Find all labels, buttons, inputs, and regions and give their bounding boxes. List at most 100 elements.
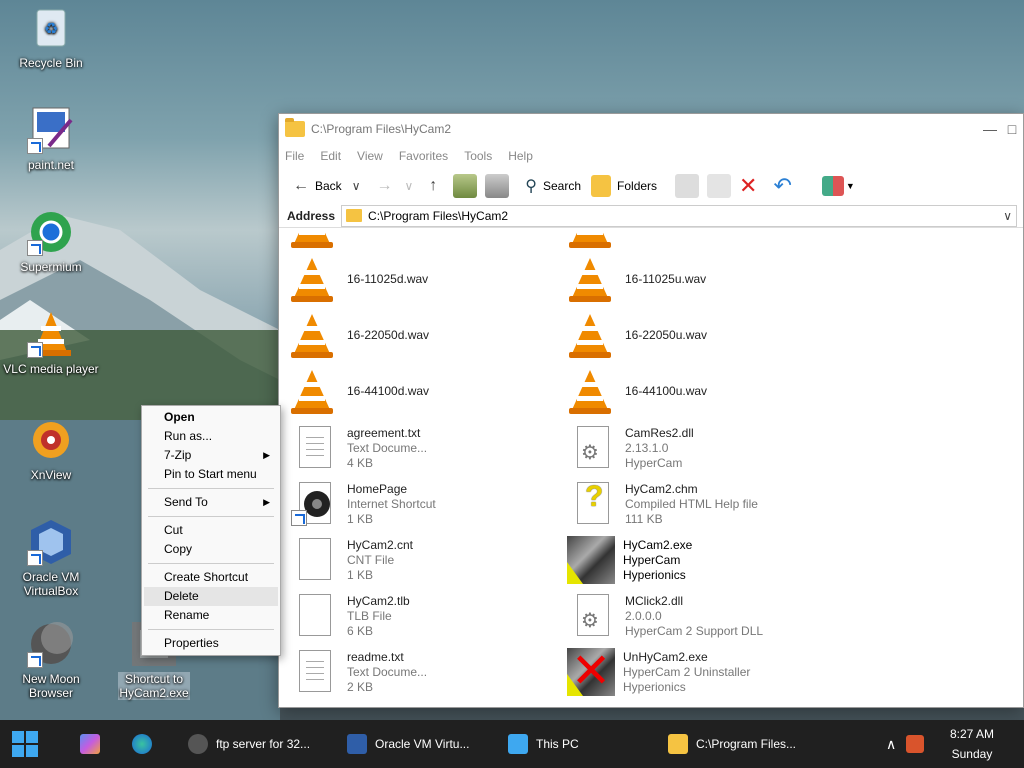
menu-help[interactable]: Help [508, 149, 533, 163]
text-doc-icon [291, 648, 335, 696]
monitor-icon [508, 734, 528, 754]
copy-to-icon[interactable] [707, 174, 732, 198]
clock[interactable]: 8:27 AM Sunday [950, 724, 994, 764]
menu-file[interactable]: File [285, 149, 304, 163]
file-item[interactable]: ⚙ MClick2.dll 2.0.0.0 HyperCam 2 Support DL… [569, 592, 829, 646]
file-item[interactable]: 16-22050u.wav [569, 312, 829, 366]
forward-button[interactable]: → ∨ [376, 177, 419, 195]
menu-separator [148, 516, 274, 517]
start-button[interactable] [12, 720, 38, 768]
menu-item-7zip[interactable]: 7-Zip ▶ [144, 446, 278, 465]
menu-item-copy[interactable]: Copy [144, 540, 278, 559]
menu-item-send-to[interactable]: Send To ▶ [144, 493, 278, 512]
menu-item-run-as[interactable]: Run as... [144, 427, 278, 446]
window-title: C:\Program Files\HyCam2 [311, 122, 452, 136]
folders-button[interactable]: Folders [591, 175, 657, 197]
submenu-arrow-icon: ▶ [263, 450, 270, 460]
menu-item-delete[interactable]: Delete [144, 587, 278, 606]
menu-item-open[interactable]: Open [144, 408, 278, 427]
folders-icon [591, 175, 612, 197]
xnview-icon [27, 416, 75, 464]
menu-item-rename[interactable]: Rename [144, 606, 278, 625]
undo-button[interactable]: ↶ [773, 173, 797, 199]
dll-gear-icon: ⚙ [569, 424, 613, 472]
desktop-icon-supermium[interactable]: Supermium [1, 208, 101, 274]
file-item[interactable]: agreement.txt Text Docume... 4 KB [291, 424, 551, 478]
file-item[interactable]: 16-11025u.wav [569, 256, 829, 310]
dll-gear-icon: ⚙ [569, 592, 613, 640]
delete-toolbar-button[interactable]: ✕ [739, 173, 763, 199]
explorer-window[interactable]: C:\Program Files\HyCam2 — □ File Edit Vi… [278, 113, 1024, 708]
file-item[interactable]: ✕ UnHyCam2.exe HyperCam 2 Uninstaller Hyper… [567, 648, 827, 702]
map-drive-icon[interactable] [453, 174, 478, 198]
blank-doc-icon [291, 592, 335, 640]
submenu-arrow-icon: ▶ [263, 497, 270, 507]
file-item[interactable]: 16-44100u.wav [569, 368, 829, 422]
file-item[interactable]: ⚙ CamRes2.dll 2.13.1.0 HyperCam [569, 424, 829, 478]
file-item[interactable]: HyCam2.tlb TLB File 6 KB [291, 592, 551, 646]
vlc-cone-icon [569, 256, 613, 304]
desktop-icon-virtualbox[interactable]: Oracle VM VirtualBox [1, 518, 101, 598]
desktop-icon-xnview[interactable]: XnView [1, 416, 101, 482]
taskbar-item-this-pc[interactable]: This PC [508, 720, 579, 768]
desktop-icon-vlc[interactable]: VLC media player [1, 310, 101, 376]
shortcut-arrow-icon [27, 342, 43, 358]
file-item[interactable]: 16-44100d.wav [291, 368, 551, 422]
minimize-button[interactable]: — [979, 121, 1001, 137]
taskbar: ftp server for 32... Oracle VM Virtu... … [0, 720, 1024, 768]
address-label: Address [287, 208, 336, 223]
back-button[interactable]: ← Back ∨ [293, 177, 366, 195]
chevron-down-icon: ∨ [351, 179, 361, 193]
tray-security-icon[interactable] [906, 720, 932, 768]
chevron-down-icon[interactable]: ∨ [1003, 209, 1012, 223]
chevron-down-icon[interactable]: ▼ [846, 181, 855, 191]
shortcut-arrow-icon [27, 240, 43, 256]
vlc-cone-icon [569, 232, 613, 250]
menu-tools[interactable]: Tools [464, 149, 492, 163]
file-item-partial[interactable] [569, 232, 829, 256]
taskbar-item-ftp[interactable]: ftp server for 32... [188, 720, 310, 768]
move-to-icon[interactable] [675, 174, 700, 198]
undo-icon: ↶ [773, 173, 792, 198]
file-item[interactable]: 16-22050d.wav [291, 312, 551, 366]
file-item[interactable]: HomePage Internet Shortcut 1 KB [291, 480, 551, 534]
menu-item-cut[interactable]: Cut [144, 521, 278, 540]
menu-favorites[interactable]: Favorites [399, 149, 448, 163]
file-item[interactable]: HyCam2.cnt CNT File 1 KB [291, 536, 551, 590]
tray-chevron[interactable]: ∧ [886, 720, 896, 768]
copilot-icon [80, 734, 100, 754]
title-bar[interactable]: C:\Program Files\HyCam2 — □ [279, 114, 1023, 144]
menu-item-create-shortcut[interactable]: Create Shortcut [144, 568, 278, 587]
paint-net-icon [27, 106, 75, 154]
file-item-partial[interactable] [291, 232, 551, 256]
file-item[interactable]: readme.txt Text Docume... 2 KB [291, 648, 551, 702]
folder-icon [346, 209, 363, 222]
taskbar-item-virtualbox[interactable]: Oracle VM Virtu... [347, 720, 469, 768]
shortcut-arrow-icon [27, 550, 43, 566]
disconnect-drive-icon[interactable] [485, 174, 510, 198]
desktop-icon-new-moon[interactable]: New Moon Browser [1, 620, 101, 700]
toolbar: ← Back ∨ → ∨ ↑ ⚲ Search Folders ✕ ↶ ▼ [279, 168, 1023, 204]
copilot-button[interactable] [80, 720, 108, 768]
edge-button[interactable] [132, 720, 160, 768]
file-item-selected[interactable]: HyCam2.exe HyperCam Hyperionics [567, 536, 827, 590]
help-file-icon: ? [569, 480, 613, 528]
search-button[interactable]: ⚲ Search [525, 176, 581, 196]
desktop-icon-paint-net[interactable]: paint.net [1, 106, 101, 172]
file-item[interactable]: ? HyCam2.chm Compiled HTML Help file 111 KB [569, 480, 829, 534]
maximize-button[interactable]: □ [1001, 121, 1023, 137]
shortcut-arrow-icon [27, 652, 43, 668]
address-input[interactable]: C:\Program Files\HyCam2 ∨ [341, 204, 1017, 227]
menu-item-properties[interactable]: Properties [144, 634, 278, 653]
menu-item-pin-start[interactable]: Pin to Start menu [144, 465, 278, 484]
text-doc-icon [291, 424, 335, 472]
taskbar-item-explorer[interactable]: C:\Program Files... [668, 720, 796, 768]
vlc-cone-icon [291, 256, 335, 304]
views-icon[interactable] [821, 176, 844, 196]
globe-icon [188, 734, 208, 754]
file-item[interactable]: 16-11025d.wav [291, 256, 551, 310]
menu-view[interactable]: View [357, 149, 383, 163]
up-button[interactable]: ↑ [429, 177, 443, 195]
menu-edit[interactable]: Edit [320, 149, 341, 163]
desktop-icon-recycle-bin[interactable]: ♻ Recycle Bin [1, 4, 101, 70]
